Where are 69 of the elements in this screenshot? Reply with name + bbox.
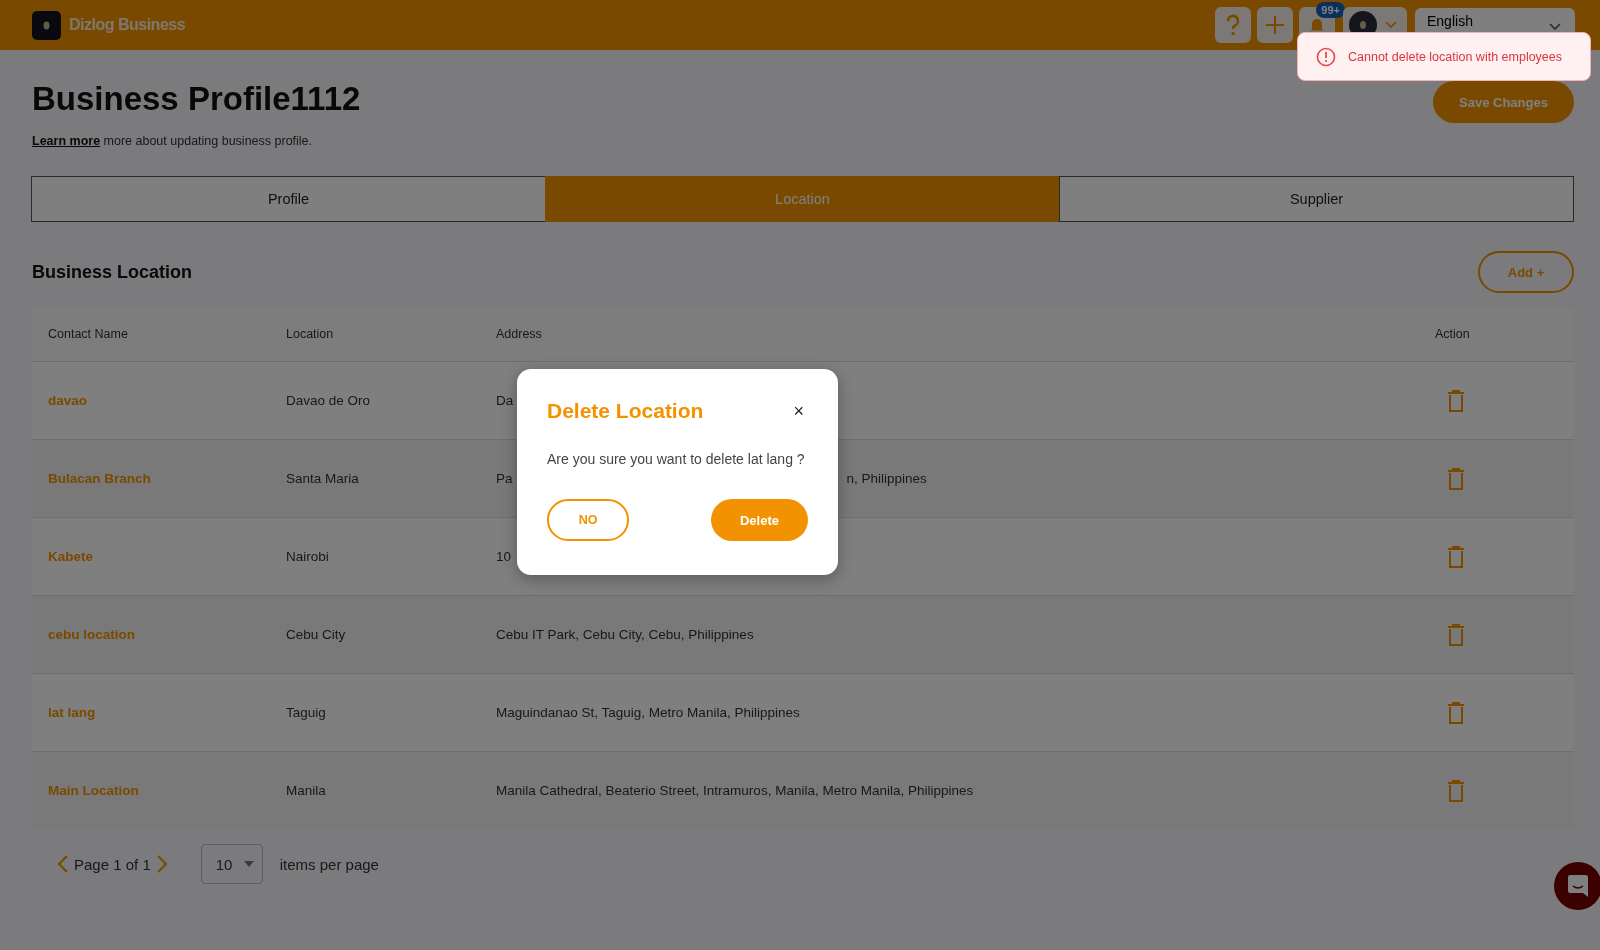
chevron-down-icon [1385,21,1397,29]
address-text: Cebu IT Park, Cebu City, Cebu, Philippines [496,627,754,642]
column-header: Action [1434,327,1471,341]
chat-button[interactable] [1554,862,1600,910]
contact-name-link[interactable]: davao [32,393,270,408]
chevron-left-icon [58,855,68,873]
delete-button[interactable] [1447,779,1465,802]
delete-button[interactable] [1447,467,1465,490]
delete-button[interactable] [1447,701,1465,724]
bell-icon [1310,17,1324,33]
contact-name-link[interactable]: Main Location [32,783,270,798]
tab[interactable]: Profile [31,176,546,222]
table-cell-text: Nairobi [285,549,330,564]
delete-button[interactable] [1447,545,1465,568]
page-subtitle: Learn more more about updating business profile. [32,134,314,148]
address-text: n, Philippines [846,471,927,486]
column-header: Address [495,327,543,341]
add-button[interactable] [1257,7,1293,43]
logo-icon [32,10,61,40]
page-label: Page 1 of 1 [74,855,151,873]
contact-name-link[interactable]: Kabete [32,549,270,564]
tab[interactable]: Location [545,176,1060,222]
save-changes-button[interactable]: Save Changes [1433,81,1574,123]
delete-confirm-button[interactable]: Delete [711,499,808,541]
tab[interactable]: Supplier [1059,176,1574,222]
close-button[interactable]: × [789,400,808,422]
column-header: Location [285,327,335,341]
column-header: Contact Name [47,327,129,341]
notification-badge: 99+ [1316,2,1345,18]
section-title: Business Location [32,261,193,283]
help-button[interactable] [1215,7,1251,43]
address-text: Maguindanao St, Taguig, Metro Manila, Philippines [496,705,800,720]
address-text: 10 [496,549,512,564]
address-text: Pa [496,471,513,486]
table-cell-text: Cebu City [285,627,347,642]
chat-icon [1567,874,1589,898]
trash-icon [1447,701,1465,724]
chevron-down-icon [1549,22,1561,31]
trash-icon [1447,623,1465,646]
address-text: Manila Cathedral, Beaterio Street, Intramuros, Manila, Metro Manila, Philippines [496,783,974,798]
delete-button[interactable] [1447,623,1465,646]
table-cell-text: Davao de Oro [285,393,372,408]
table-cell-text: Manila [285,783,327,798]
trash-icon [1447,779,1465,802]
contact-name-link[interactable]: cebu location [32,627,270,642]
table-cell-text: Taguig [285,705,327,720]
address-text: Da [496,393,514,408]
table-cell-text: Santa Maria [285,471,360,486]
contact-name-link[interactable]: lat lang [32,705,270,720]
help-icon [1225,14,1241,36]
toast-message: Cannot delete location with employees [1348,49,1563,64]
cancel-button[interactable]: NO [547,499,629,541]
plus-icon [1265,15,1285,35]
trash-icon [1447,389,1465,412]
caret-down-icon [244,861,255,867]
alert-icon [1316,46,1336,67]
learn-more-link[interactable]: Learn more [32,134,101,148]
per-page-label: items per page [279,855,379,873]
per-page-select[interactable]: 10 [200,844,263,884]
dialog-message: Are you sure you want to delete lat lang ? [547,451,806,467]
app-name: Dizlog Business [69,16,186,34]
contact-name-link[interactable]: Bulacan Branch [32,471,270,486]
trash-icon [1447,467,1465,490]
delete-button[interactable] [1447,389,1465,412]
trash-icon [1447,545,1465,568]
add-location-button[interactable]: Add + [1478,251,1574,293]
dialog-title: Delete Location [547,399,704,423]
page-title: Business Profile1112 [32,80,361,118]
chevron-right-icon [156,855,167,873]
